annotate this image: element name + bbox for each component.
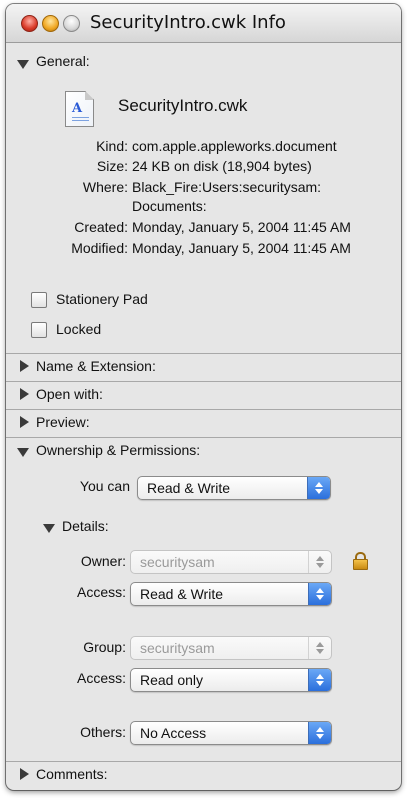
close-button[interactable]: [21, 15, 38, 32]
general-disclosure-triangle-icon[interactable]: [17, 60, 29, 69]
preview-disclosure-triangle-icon[interactable]: [20, 416, 29, 428]
popup-arrows-icon: [308, 669, 331, 691]
size-value: 24 KB on disk (18,904 bytes): [132, 158, 312, 174]
group-popup: securitysam: [130, 636, 332, 660]
stationery-pad-label[interactable]: Stationery Pad: [56, 291, 148, 307]
name-extension-disclosure-triangle-icon[interactable]: [20, 360, 29, 372]
group-popup-value: securitysam: [140, 640, 215, 656]
general-section-header[interactable]: General:: [36, 53, 90, 69]
owner-label: Owner:: [80, 553, 126, 569]
created-value: Monday, January 5, 2004 11:45 AM: [132, 219, 351, 235]
you-can-label: You can: [79, 478, 130, 494]
ownership-section-header[interactable]: Ownership & Permissions:: [36, 442, 200, 458]
minimize-button[interactable]: [42, 15, 59, 32]
title-bar[interactable]: SecurityIntro.cwk Info: [6, 4, 401, 43]
where-label: Where:: [82, 179, 128, 195]
group-label: Group:: [83, 639, 126, 655]
file-name: SecurityIntro.cwk: [118, 96, 248, 115]
owner-access-popup-value: Read & Write: [140, 586, 223, 602]
where-value-line1: Black_Fire:Users:securitysam:: [132, 179, 322, 195]
appleworks-document-icon: A: [65, 91, 94, 127]
popup-arrows-icon: [308, 583, 331, 605]
popup-arrows-icon: [308, 551, 331, 573]
others-popup-value: No Access: [140, 725, 207, 741]
section-divider: [6, 409, 401, 410]
owner-access-label: Access:: [76, 584, 126, 600]
kind-value: com.apple.appleworks.document: [132, 138, 337, 154]
section-divider: [6, 437, 401, 438]
others-popup[interactable]: No Access: [130, 721, 332, 745]
section-divider: [6, 761, 401, 762]
where-value-line2: Documents:: [132, 198, 207, 214]
zoom-button[interactable]: [63, 15, 80, 32]
group-access-popup[interactable]: Read only: [130, 668, 332, 692]
locked-checkbox[interactable]: [31, 322, 47, 338]
created-label: Created:: [74, 219, 128, 235]
info-window: SecurityIntro.cwk Info General: A Securi…: [6, 4, 401, 790]
group-access-label: Access:: [76, 670, 126, 686]
ownership-disclosure-triangle-icon[interactable]: [17, 448, 29, 457]
size-label: Size:: [96, 158, 128, 174]
popup-arrows-icon: [308, 637, 331, 659]
details-disclosure-triangle-icon[interactable]: [43, 524, 55, 533]
preview-section-header[interactable]: Preview:: [36, 414, 90, 430]
popup-arrows-icon: [308, 722, 331, 744]
others-label: Others:: [80, 724, 126, 740]
you-can-popup[interactable]: Read & Write: [137, 476, 331, 500]
open-with-section-header[interactable]: Open with:: [36, 386, 103, 402]
section-divider: [6, 353, 401, 354]
group-access-popup-value: Read only: [140, 672, 204, 688]
owner-popup-value: securitysam: [140, 554, 215, 570]
locked-label[interactable]: Locked: [56, 321, 101, 337]
modified-value: Monday, January 5, 2004 11:45 AM: [132, 240, 351, 256]
stationery-pad-checkbox[interactable]: [31, 292, 47, 308]
owner-popup: securitysam: [130, 550, 332, 574]
name-extension-section-header[interactable]: Name & Extension:: [36, 358, 156, 374]
you-can-popup-value: Read & Write: [147, 480, 230, 496]
details-header[interactable]: Details:: [62, 518, 109, 534]
comments-section-header[interactable]: Comments:: [36, 766, 108, 782]
owner-access-popup[interactable]: Read & Write: [130, 582, 332, 606]
modified-label: Modified:: [71, 240, 128, 256]
lock-icon[interactable]: [353, 552, 368, 570]
kind-label: Kind:: [96, 138, 128, 154]
open-with-disclosure-triangle-icon[interactable]: [20, 388, 29, 400]
popup-arrows-icon: [307, 477, 330, 499]
comments-disclosure-triangle-icon[interactable]: [20, 768, 29, 780]
window-title: SecurityIntro.cwk Info: [90, 12, 286, 33]
section-divider: [6, 381, 401, 382]
